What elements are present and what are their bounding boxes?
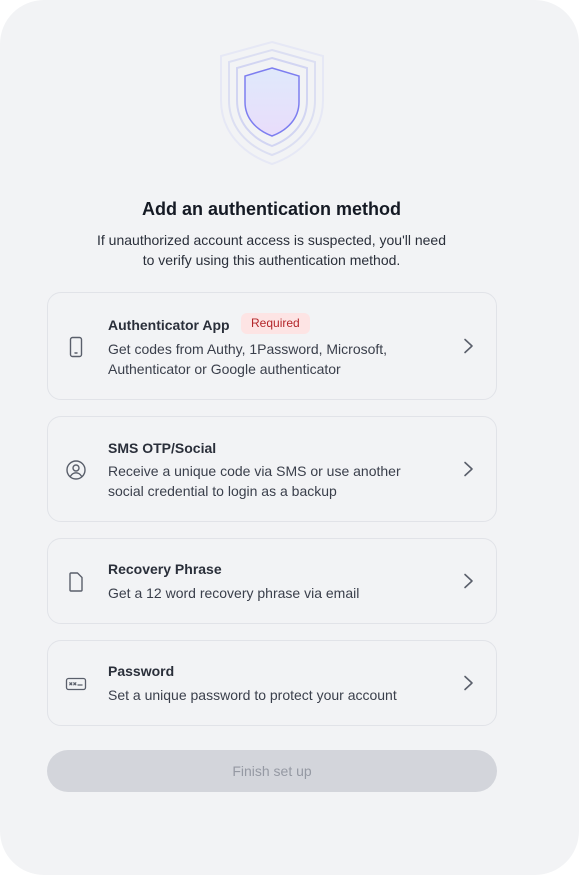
method-description: Get a 12 word recovery phrase via email <box>108 585 360 601</box>
user-circle-icon <box>64 458 88 482</box>
method-description: Receive a unique code via SMS or use ano… <box>108 463 401 499</box>
auth-method-panel: Add an authentication method If unauthor… <box>0 0 579 875</box>
password-field-icon <box>64 672 88 696</box>
chevron-right-icon <box>460 573 476 589</box>
method-recovery-phrase[interactable]: Recovery Phrase Get a 12 word recovery p… <box>47 538 497 624</box>
finish-setup-button[interactable]: Finish set up <box>47 750 497 792</box>
method-description: Set a unique password to protect your ac… <box>108 687 397 703</box>
document-icon <box>64 570 88 594</box>
page-subtitle: If unauthorized account access is suspec… <box>97 232 446 268</box>
chevron-right-icon <box>460 675 476 691</box>
chevron-right-icon <box>460 338 476 354</box>
method-authenticator-app[interactable]: Authenticator App Required Get codes fro… <box>47 292 497 400</box>
method-password[interactable]: Password Set a unique password to protec… <box>47 640 497 726</box>
required-badge: Required <box>241 313 310 334</box>
method-title: Recovery Phrase <box>108 561 222 577</box>
method-title: SMS OTP/Social <box>108 440 217 456</box>
method-title: Authenticator App <box>108 317 230 333</box>
chevron-right-icon <box>460 461 476 477</box>
method-title: Password <box>108 663 175 679</box>
method-description: Get codes from Authy, 1Password, Microso… <box>108 341 388 377</box>
page-title: Add an authentication method <box>142 199 401 219</box>
method-sms-otp-social[interactable]: SMS OTP/Social Receive a unique code via… <box>47 416 497 522</box>
shield-icon <box>219 40 325 166</box>
smartphone-icon <box>64 335 88 359</box>
